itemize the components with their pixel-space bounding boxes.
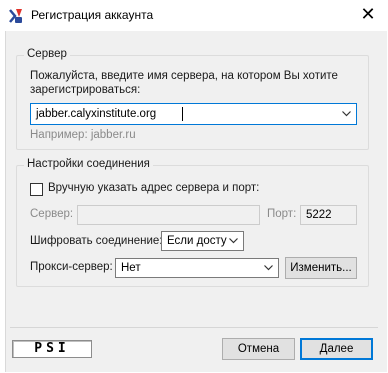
proxy-select[interactable]: Нет xyxy=(115,258,279,278)
manual-server-host-input[interactable] xyxy=(77,205,260,225)
proxy-select-value[interactable]: Нет xyxy=(121,262,141,274)
title-bar: Регистрация аккаунта ✕ xyxy=(0,0,388,31)
port-label: Порт: xyxy=(267,208,297,220)
encrypt-label: Шифровать соединение: xyxy=(30,235,163,247)
close-icon[interactable]: ✕ xyxy=(354,4,382,26)
manual-server-checkbox[interactable] xyxy=(30,183,43,196)
server-combobox[interactable]: jabber.calyxinstitute.org xyxy=(30,103,357,125)
text-caret xyxy=(182,107,183,121)
encrypt-select-value[interactable]: Если досту xyxy=(167,235,227,247)
server-prompt-line2: зарегистрироваться: xyxy=(30,84,141,96)
server-example: Например: jabber.ru xyxy=(30,129,136,141)
manual-server-label[interactable]: Вручную указать адрес сервера и порт: xyxy=(48,182,259,194)
cancel-button[interactable]: Отмена xyxy=(222,338,295,360)
server-combobox-value[interactable]: jabber.calyxinstitute.org xyxy=(36,108,156,120)
app-icon xyxy=(9,9,22,23)
psi-logo: PSI xyxy=(12,340,92,358)
window-title: Регистрация аккаунта xyxy=(31,8,154,22)
proxy-label: Прокси-сервер: xyxy=(30,261,113,273)
chevron-down-icon[interactable] xyxy=(342,111,351,117)
chevron-down-icon[interactable] xyxy=(229,238,238,244)
encrypt-select[interactable]: Если досту xyxy=(161,231,244,251)
footer-separator xyxy=(10,327,378,328)
manual-server-host-label: Сервер: xyxy=(30,208,74,220)
chevron-down-icon[interactable] xyxy=(264,265,273,271)
server-group-legend: Сервер xyxy=(24,48,70,60)
connection-group-legend: Настройки соединения xyxy=(24,158,153,170)
change-proxy-button[interactable]: Изменить... xyxy=(285,257,357,279)
port-input[interactable]: 5222 xyxy=(300,205,357,225)
server-prompt-line1: Пожалуйста, введите имя сервера, на кото… xyxy=(30,70,338,82)
next-button[interactable]: Далее xyxy=(300,338,373,360)
